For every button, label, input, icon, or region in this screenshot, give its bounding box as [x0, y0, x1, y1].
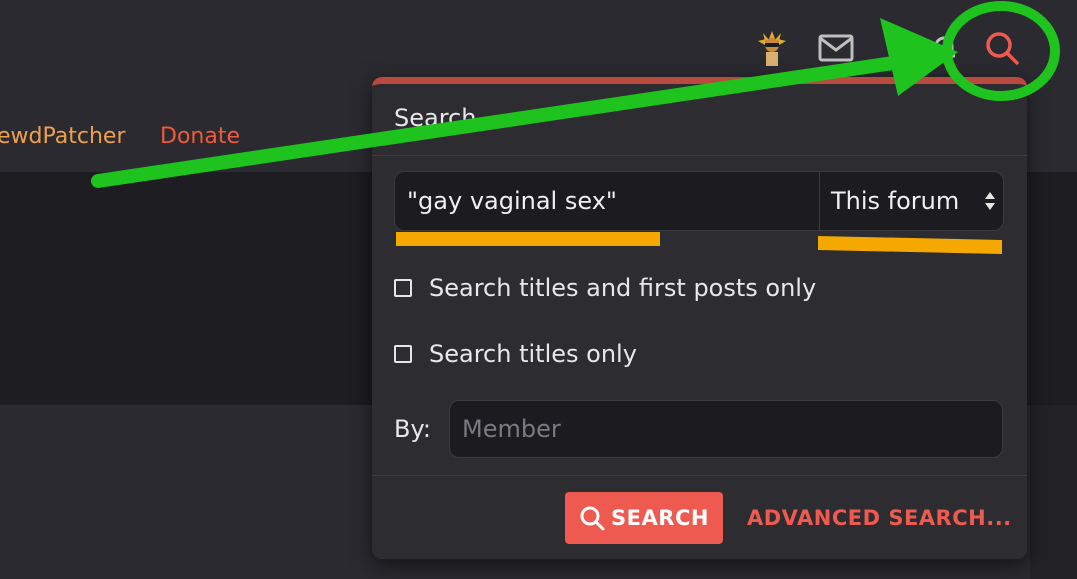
nav-link-donate[interactable]: Donate	[160, 124, 240, 149]
divider	[372, 155, 1027, 156]
checkbox[interactable]	[394, 345, 412, 363]
option-label: Search titles and first posts only	[429, 274, 817, 302]
option-label: Search titles only	[429, 340, 637, 368]
search-input[interactable]	[395, 172, 817, 230]
envelope-icon[interactable]	[814, 26, 858, 70]
advanced-search-link[interactable]: ADVANCED SEARCH...	[747, 492, 1012, 544]
popup-title: Search	[394, 104, 477, 132]
checkbox[interactable]	[394, 279, 412, 297]
member-input[interactable]	[449, 400, 1003, 458]
search-icon[interactable]	[980, 26, 1024, 70]
search-icon	[580, 506, 605, 531]
avatar[interactable]	[750, 26, 794, 70]
search-button-label: SEARCH	[611, 506, 709, 530]
search-popup: Search This forum Search titles and firs…	[372, 77, 1027, 559]
search-button[interactable]: SEARCH	[565, 492, 723, 544]
divider	[819, 172, 820, 230]
bell-icon[interactable]	[922, 26, 966, 70]
nav-link-patcher[interactable]: ewdPatcher	[0, 124, 126, 149]
option-titles-only[interactable]: Search titles only	[394, 340, 637, 368]
by-label: By:	[394, 415, 432, 443]
search-field-group: This forum	[394, 171, 1004, 231]
option-titles-first-posts[interactable]: Search titles and first posts only	[394, 274, 816, 302]
select-arrows-icon	[985, 192, 995, 210]
search-scope-select[interactable]: This forum	[831, 172, 959, 230]
